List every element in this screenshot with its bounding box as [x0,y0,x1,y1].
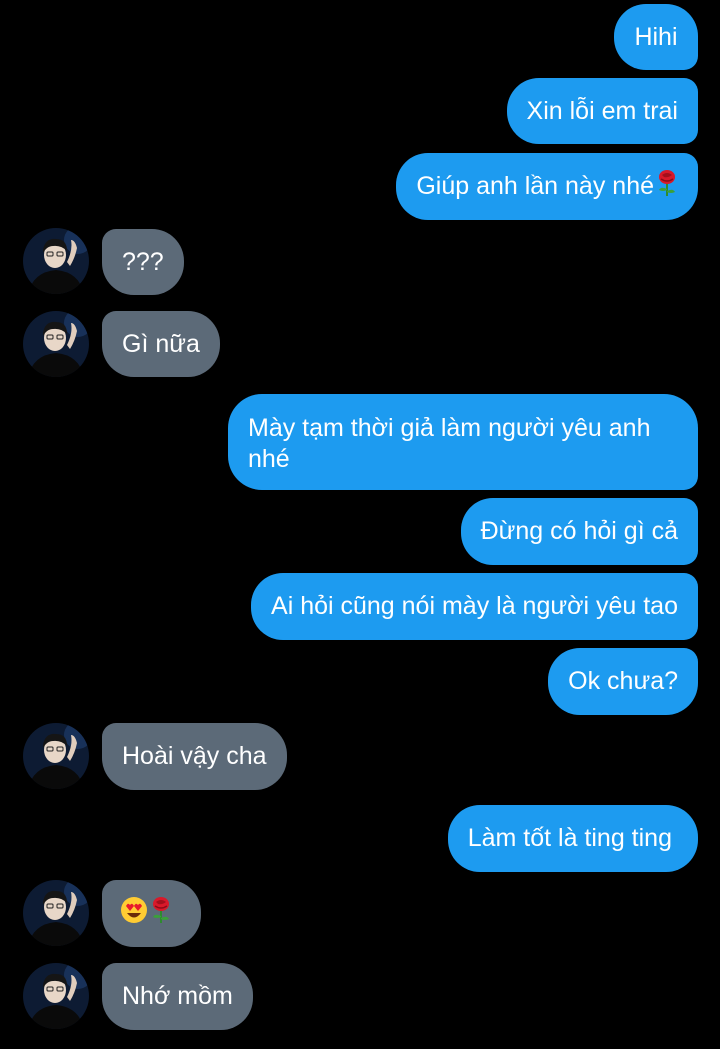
message-bubble-outgoing[interactable]: Ok chưa? [548,648,698,715]
message-text: ??? [122,247,164,276]
message-text: Xin lỗi em trai [526,96,678,125]
message-bubble-incoming[interactable]: ??? [102,229,184,295]
message-text: Ok chưa? [568,667,678,695]
message-bubble-outgoing[interactable]: Mày tạm thời giả làm người yêu anh nhé [228,394,698,490]
message-bubble-outgoing[interactable]: Làm tốt là ting ting [447,805,698,872]
message-text: Mày tạm thời giả làm người yêu anh nhé [248,414,651,473]
message-text: Ai hỏi cũng nói mày là người yêu tao [271,592,678,620]
heart-eyes-emoji-icon [120,896,148,932]
message-bubble-incoming[interactable]: Nhớ mồm [102,963,253,1030]
message-text: Giúp anh lần này nhé [416,172,654,200]
message-bubble-outgoing[interactable]: Xin lỗi em trai [506,78,698,144]
message-bubble-incoming[interactable] [102,880,201,947]
message-text: Gì nữa [122,329,200,358]
contact-avatar[interactable] [23,963,89,1029]
message-text: Hoài vậy cha [122,742,267,770]
rose-emoji-icon [656,169,678,205]
message-text: Đừng có hỏi gì cả [480,517,678,545]
message-text: Hihi [634,22,678,51]
contact-avatar[interactable] [23,723,89,789]
message-bubble-outgoing[interactable]: Hihi [614,4,698,70]
message-bubble-outgoing[interactable]: Ai hỏi cũng nói mày là người yêu tao [251,573,698,640]
contact-avatar[interactable] [23,311,89,377]
contact-avatar[interactable] [23,228,89,294]
rose-emoji-icon [150,896,172,932]
message-bubble-outgoing[interactable]: Giúp anh lần này nhé [396,153,698,220]
contact-avatar[interactable] [23,880,89,946]
message-text: Nhớ mồm [122,982,233,1010]
message-bubble-incoming[interactable]: Gì nữa [102,311,220,377]
message-text: Làm tốt là ting ting [467,824,672,852]
message-bubble-incoming[interactable]: Hoài vậy cha [102,723,287,790]
message-bubble-outgoing[interactable]: Đừng có hỏi gì cả [460,498,698,565]
